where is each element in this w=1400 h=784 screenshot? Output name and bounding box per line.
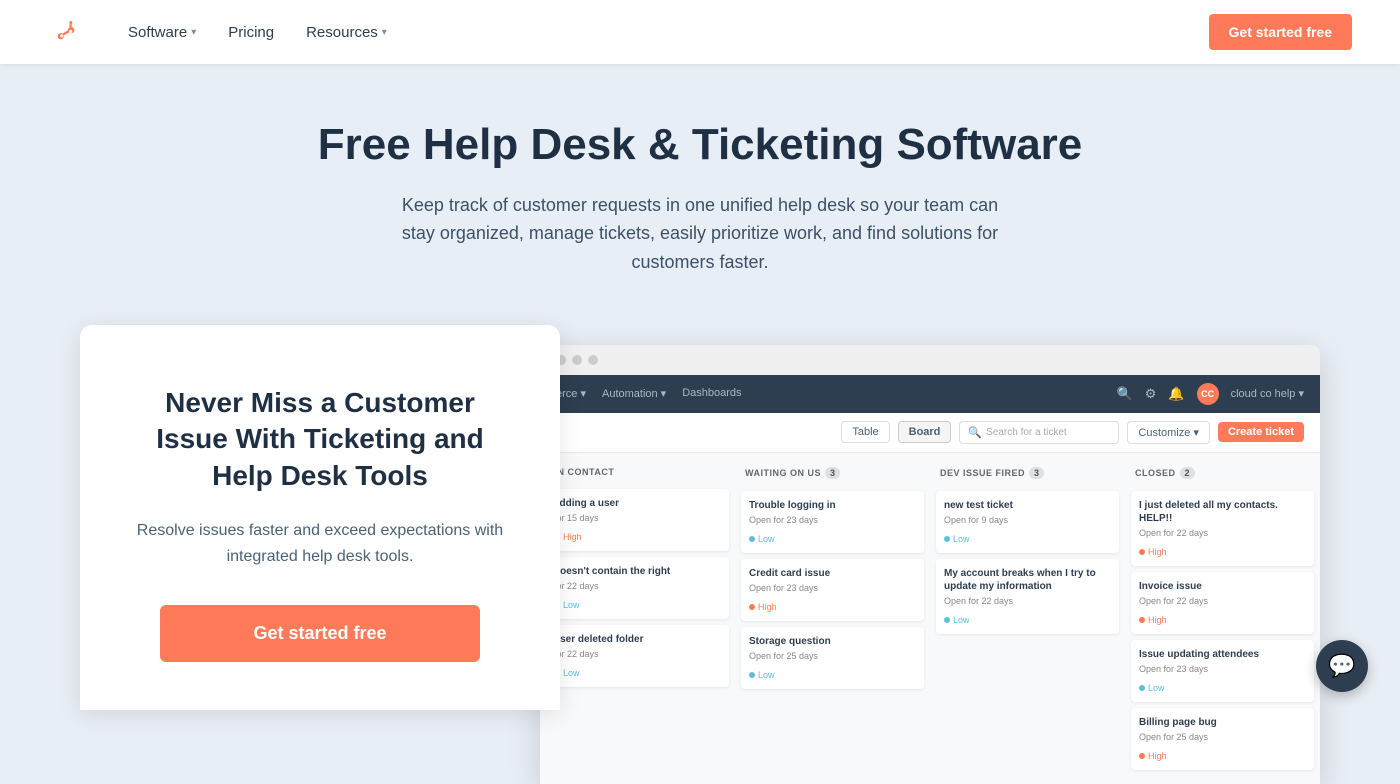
browser-dot-green — [588, 355, 598, 365]
navbar-get-started-button[interactable]: Get started free — [1209, 14, 1352, 50]
hubspot-logo[interactable] — [48, 14, 84, 50]
user-avatar: CC — [1197, 383, 1219, 405]
app-topbar: erce ▾ Automation ▾ Dashboards 🔍 ⚙ 🔔 CC … — [540, 375, 1320, 413]
screenshot-wrapper: erce ▾ Automation ▾ Dashboards 🔍 ⚙ 🔔 CC … — [540, 325, 1320, 784]
kanban-card: Trouble logging in Open for 23 days Low — [741, 491, 924, 553]
create-ticket-button[interactable]: Create ticket — [1218, 422, 1304, 442]
nav-items: Software ▾ Pricing Resources ▾ — [116, 16, 1209, 49]
browser-mockup: erce ▾ Automation ▾ Dashboards 🔍 ⚙ 🔔 CC … — [540, 345, 1320, 784]
kanban-card: Invoice issue Open for 22 days High — [1131, 572, 1314, 634]
kanban-card: Issue updating attendees Open for 23 day… — [1131, 640, 1314, 702]
browser-bar — [540, 345, 1320, 375]
navbar: Software ▾ Pricing Resources ▾ Get start… — [0, 0, 1400, 64]
priority-low-dot — [944, 536, 950, 542]
topbar-nav-commerce: erce ▾ — [556, 387, 586, 400]
kanban-card: new test ticket Open for 9 days Low — [936, 491, 1119, 553]
kanban-card: adding a user for 15 days High — [546, 489, 729, 551]
nav-item-resources[interactable]: Resources ▾ — [294, 16, 399, 49]
content-section: Never Miss a Customer Issue With Ticketi… — [0, 325, 1400, 784]
settings-icon: ⚙ — [1145, 386, 1157, 402]
hero-cta-button[interactable]: Get started free — [160, 605, 480, 662]
priority-high-dot — [1139, 753, 1145, 759]
search-icon: 🔍 — [1117, 386, 1133, 402]
kanban-board: ON CONTACT adding a user for 15 days Hig… — [540, 453, 1320, 784]
kanban-col-on-contact: ON CONTACT adding a user for 15 days Hig… — [540, 461, 735, 776]
topbar-nav-automation: Automation ▾ — [602, 387, 666, 400]
priority-low-dot — [749, 672, 755, 678]
kanban-card: Credit card issue Open for 23 days High — [741, 559, 924, 621]
priority-low-dot — [1139, 685, 1145, 691]
chat-button[interactable]: 💬 — [1316, 640, 1368, 692]
user-name: cloud co help ▾ — [1231, 387, 1304, 400]
kanban-card: user deleted folder for 22 days Low — [546, 625, 729, 687]
nav-item-software[interactable]: Software ▾ — [116, 16, 208, 49]
kanban-col-dev: DEV ISSUE FIRED 3 new test ticket Open f… — [930, 461, 1125, 776]
topbar-nav-dashboards: Dashboards — [682, 387, 741, 400]
hero-subtitle: Keep track of customer requests in one u… — [390, 191, 1010, 277]
app-toolbar: Table Board 🔍 Search for a ticket Custom… — [540, 413, 1320, 453]
kanban-col-header-on-contact: ON CONTACT — [546, 461, 729, 483]
app-topbar-nav: erce ▾ Automation ▾ Dashboards — [556, 387, 742, 400]
ticket-search[interactable]: 🔍 Search for a ticket — [959, 421, 1119, 444]
customize-button[interactable]: Customize ▾ — [1127, 421, 1210, 444]
priority-low-dot — [944, 617, 950, 623]
priority-high-dot — [1139, 549, 1145, 555]
priority-high-dot — [1139, 617, 1145, 623]
kanban-col-header-dev: DEV ISSUE FIRED 3 — [936, 461, 1119, 485]
tab-table[interactable]: Table — [841, 421, 889, 443]
left-panel-title: Never Miss a Customer Issue With Ticketi… — [136, 385, 504, 494]
kanban-card: I just deleted all my contacts. HELP!! O… — [1131, 491, 1314, 566]
priority-high-dot — [749, 604, 755, 610]
hero-title: Free Help Desk & Ticketing Software — [48, 120, 1352, 171]
left-panel: Never Miss a Customer Issue With Ticketi… — [80, 325, 560, 710]
software-chevron-icon: ▾ — [191, 27, 196, 38]
kanban-col-waiting: WAITING ON US 3 Trouble logging in Open … — [735, 461, 930, 776]
hero-section: Free Help Desk & Ticketing Software Keep… — [0, 64, 1400, 325]
tab-board[interactable]: Board — [898, 421, 952, 443]
search-icon-small: 🔍 — [968, 426, 982, 439]
bell-icon: 🔔 — [1168, 386, 1184, 402]
kanban-col-header-closed: CLOSED 2 — [1131, 461, 1314, 485]
chat-icon: 💬 — [1328, 653, 1355, 679]
kanban-col-header-waiting: WAITING ON US 3 — [741, 461, 924, 485]
left-panel-description: Resolve issues faster and exceed expecta… — [136, 518, 504, 569]
kanban-col-closed: CLOSED 2 I just deleted all my contacts.… — [1125, 461, 1320, 776]
browser-dot-yellow — [572, 355, 582, 365]
kanban-card: Billing page bug Open for 25 days High — [1131, 708, 1314, 770]
kanban-card: Storage question Open for 25 days Low — [741, 627, 924, 689]
resources-chevron-icon: ▾ — [382, 27, 387, 38]
priority-low-dot — [749, 536, 755, 542]
kanban-card: My account breaks when I try to update m… — [936, 559, 1119, 634]
nav-item-pricing[interactable]: Pricing — [216, 16, 286, 49]
kanban-card: doesn't contain the right for 22 days Lo… — [546, 557, 729, 619]
